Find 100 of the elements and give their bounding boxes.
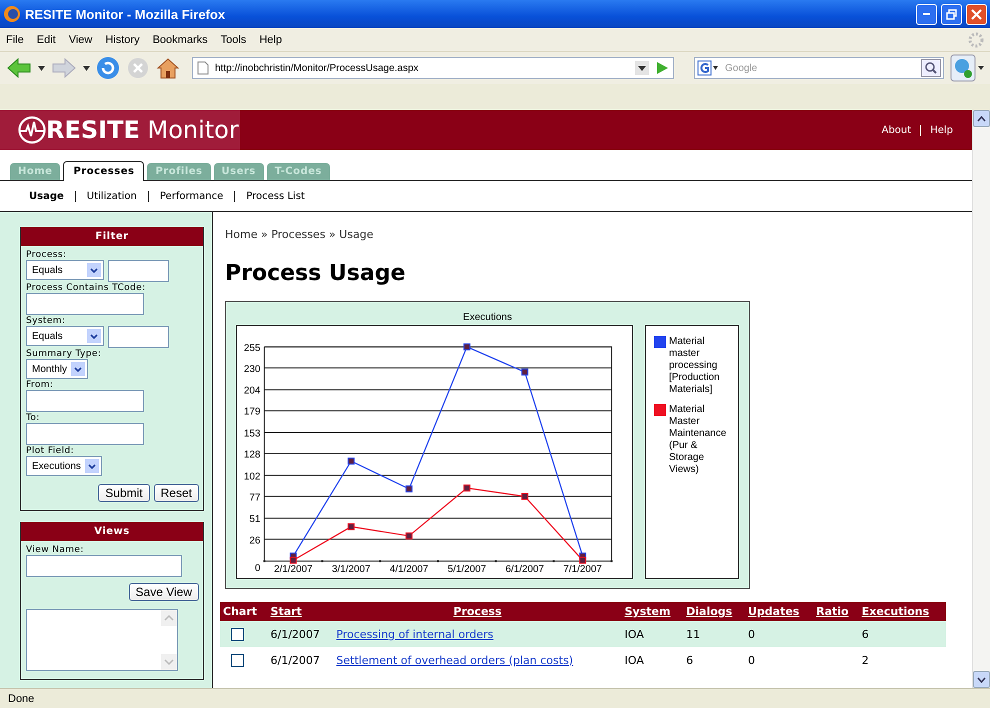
input-field[interactable] bbox=[26, 423, 144, 445]
throbber-icon bbox=[968, 32, 984, 48]
axis-tick-label: 51 bbox=[249, 514, 260, 526]
menu-item[interactable]: Bookmarks bbox=[152, 34, 208, 46]
table-cell: 6/1/2007 bbox=[270, 654, 320, 666]
search-bar[interactable]: Google bbox=[694, 57, 944, 79]
search-engine-icon[interactable] bbox=[697, 60, 719, 76]
address-bar[interactable]: http://inobchristin/Monitor/ProcessUsage.aspx bbox=[192, 57, 674, 79]
chevron-down-icon bbox=[90, 268, 98, 272]
sort-link[interactable]: Executions bbox=[858, 602, 946, 621]
header-link[interactable]: About bbox=[872, 124, 920, 136]
header-link[interactable]: Help bbox=[920, 124, 962, 136]
breadcrumb: Home » Processes » Usage bbox=[225, 228, 374, 241]
field-label: Process Contains TCode: bbox=[26, 283, 147, 293]
dropdown[interactable]: Executions bbox=[26, 456, 102, 476]
dropdown[interactable]: Equals bbox=[26, 326, 104, 346]
input-field[interactable] bbox=[26, 293, 144, 315]
dropdown[interactable]: Equals bbox=[26, 260, 104, 280]
sort-link[interactable]: Start bbox=[268, 602, 334, 621]
sort-link[interactable]: Updates bbox=[744, 602, 814, 621]
data-point bbox=[521, 492, 528, 500]
axis-tick-label: 77 bbox=[249, 492, 260, 504]
panel-title: Views bbox=[21, 522, 203, 541]
legend-label: Material master processing [Production Materials] bbox=[669, 336, 721, 396]
subnav-link[interactable]: Utilization bbox=[74, 190, 148, 202]
back-arrow-icon[interactable] bbox=[6, 57, 32, 79]
nav-tab[interactable]: Processes bbox=[63, 161, 144, 181]
table-cell: 6 bbox=[686, 654, 694, 666]
sort-link[interactable]: Dialogs bbox=[683, 602, 745, 621]
reload-icon[interactable] bbox=[96, 56, 120, 80]
axis-tick-label: 7/1/2007 bbox=[563, 564, 602, 576]
table-cell: IOA bbox=[624, 654, 644, 666]
field-label: Process: bbox=[26, 250, 68, 260]
go-arrow-icon[interactable] bbox=[655, 61, 669, 75]
axis-tick-label: 3/1/2007 bbox=[332, 564, 370, 576]
page-heading: Process Usage bbox=[225, 261, 406, 286]
scroll-up-icon[interactable] bbox=[977, 116, 986, 122]
menu-item[interactable]: View bbox=[68, 34, 92, 46]
chevron-down-icon bbox=[74, 366, 82, 372]
input-field[interactable] bbox=[26, 555, 182, 577]
table-cell: 6/1/2007 bbox=[270, 628, 320, 640]
field-label: Plot Field: bbox=[26, 446, 76, 456]
subnav-link[interactable]: Performance bbox=[148, 190, 234, 202]
scroll-down-icon[interactable] bbox=[977, 676, 986, 682]
heartbeat-logo-icon bbox=[18, 116, 46, 144]
checkbox[interactable] bbox=[231, 654, 244, 667]
form-button[interactable]: Submit bbox=[98, 484, 150, 502]
axis-tick-label: 4/1/2007 bbox=[390, 564, 428, 576]
menu-item[interactable]: History bbox=[105, 34, 140, 46]
search-icon[interactable] bbox=[921, 59, 941, 77]
home-icon[interactable] bbox=[156, 56, 180, 80]
axis-tick-label: 230 bbox=[244, 364, 260, 375]
page-icon bbox=[197, 61, 209, 75]
subnav-link[interactable]: Usage bbox=[19, 190, 75, 202]
browser-logo-icon bbox=[3, 5, 21, 23]
data-point bbox=[463, 343, 470, 350]
input-field[interactable] bbox=[26, 390, 144, 412]
checkbox[interactable] bbox=[231, 628, 244, 641]
panel-title: Filter bbox=[21, 227, 203, 246]
forward-arrow-icon[interactable] bbox=[51, 57, 77, 79]
dropdown[interactable]: Monthly bbox=[26, 359, 88, 379]
table-cell: 0 bbox=[748, 654, 755, 666]
sort-link[interactable]: System bbox=[622, 602, 684, 621]
field-label: From: bbox=[26, 380, 54, 390]
close-icon bbox=[971, 8, 982, 20]
data-point bbox=[463, 484, 470, 492]
table-cell: 2 bbox=[862, 654, 869, 666]
field-label: System: bbox=[26, 316, 66, 326]
field-label: To: bbox=[26, 413, 41, 423]
field-label: Summary Type: bbox=[26, 349, 102, 359]
form-button[interactable]: Reset bbox=[154, 484, 199, 502]
dropdown-arrow-icon[interactable] bbox=[83, 66, 90, 70]
minimize-button[interactable] bbox=[916, 4, 937, 24]
status-text: Done bbox=[8, 692, 34, 704]
dropdown-arrow-icon[interactable] bbox=[38, 66, 45, 70]
input-field[interactable] bbox=[108, 260, 169, 282]
table-cell: 6 bbox=[862, 628, 869, 640]
data-point bbox=[348, 458, 355, 465]
chevron-down-icon bbox=[90, 334, 98, 338]
axis-tick-label: 0 bbox=[254, 563, 260, 574]
data-point bbox=[406, 485, 412, 492]
menu-item[interactable]: Edit bbox=[36, 34, 56, 46]
chart-title: Executions bbox=[462, 312, 513, 325]
restore-button[interactable] bbox=[941, 4, 962, 24]
sort-link[interactable]: Process bbox=[333, 602, 622, 621]
axis-tick-label: 153 bbox=[244, 428, 260, 440]
save-view-button[interactable]: Save View bbox=[128, 583, 199, 601]
table-cell: 0 bbox=[748, 628, 755, 640]
menu-item[interactable]: File bbox=[6, 34, 24, 46]
input-field[interactable] bbox=[108, 326, 169, 348]
sort-link[interactable]: Ratio bbox=[813, 602, 859, 621]
menu-item[interactable]: Tools bbox=[220, 34, 246, 46]
chevron-down-icon bbox=[88, 464, 96, 468]
scrollbar[interactable] bbox=[972, 110, 990, 688]
process-link[interactable]: Settlement of overhead orders (plan costs) bbox=[336, 654, 574, 666]
addon-icon[interactable] bbox=[950, 54, 984, 82]
menu-item[interactable]: Help bbox=[259, 34, 282, 46]
subnav-link[interactable]: Process List bbox=[234, 190, 316, 202]
close-button[interactable] bbox=[966, 4, 987, 24]
column-header: Chart bbox=[220, 602, 268, 621]
